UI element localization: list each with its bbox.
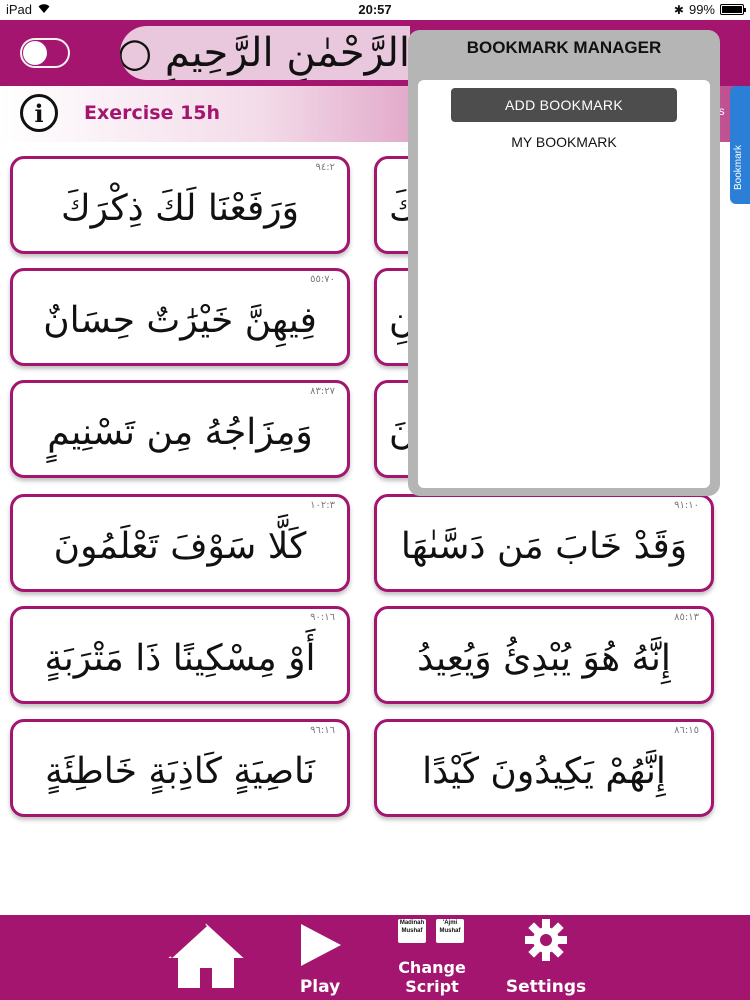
madinah-mushaf-tag: Madinah Mushaf [398, 919, 426, 943]
ajmi-mushaf-tag: 'Ajmi Mushaf [436, 919, 464, 943]
toggle-knob[interactable] [23, 41, 47, 65]
status-bar: iPad 20:57 ✱ 99% [0, 0, 750, 20]
my-bookmark-item[interactable]: MY BOOKMARK [418, 134, 710, 150]
verse-text: فِيهِنَّ خَيْرَٰتٌ حِسَانٌ [43, 300, 317, 341]
gear-icon [525, 919, 567, 961]
page-title: الرَّحْمٰنِ الرَّحِيمِ ○ [120, 26, 410, 80]
verse-text: إِنَّهُ هُوَ يُبْدِئُ وَيُعِيدُ [417, 638, 671, 679]
add-bookmark-button[interactable]: ADD BOOKMARK [451, 88, 677, 122]
verse-card[interactable]: ٩١:١٠ وَقَدْ خَابَ مَن دَسَّىٰهَا [374, 494, 714, 592]
change-script-label: Change Script [398, 958, 466, 996]
verse-ref: ٨٦:١٥ [674, 725, 699, 736]
verse-text: إِنَّهُمْ يَكِيدُونَ كَيْدًا [422, 751, 666, 792]
bookmark-tab-label: Bookmark [733, 144, 744, 190]
script-toggle[interactable] [20, 38, 70, 68]
verse-ref: ٩١:١٠ [674, 500, 699, 511]
settings-button[interactable]: Settings [500, 915, 592, 1000]
verse-card[interactable]: ٨٣:٢٧ وَمِزَاجُهُ مِن تَسْنِيمٍ [10, 380, 350, 478]
verse-card[interactable]: ٨٥:١٣ إِنَّهُ هُوَ يُبْدِئُ وَيُعِيدُ [374, 606, 714, 704]
verse-ref: ١٠٢:٣ [310, 500, 335, 511]
play-icon [301, 924, 341, 966]
verse-ref: ٥٥:٧٠ [310, 274, 335, 285]
home-icon [168, 923, 244, 988]
verse-card[interactable]: ٩٠:١٦ أَوْ مِسْكِينًا ذَا مَتْرَبَةٍ [10, 606, 350, 704]
bottom-toolbar: Play Madinah Mushaf 'Ajmi Mushaf Change … [0, 915, 750, 1000]
play-label: Play [299, 977, 341, 997]
verse-text: وَقَدْ خَابَ مَن دَسَّىٰهَا [400, 526, 688, 567]
verse-text: نَاصِيَةٍ كَاذِبَةٍ خَاطِئَةٍ [44, 751, 316, 792]
play-button[interactable]: Play [285, 915, 355, 1000]
verse-ref: ٨٥:١٣ [674, 612, 699, 623]
change-script-button[interactable]: Madinah Mushaf 'Ajmi Mushaf Change Scrip… [390, 915, 474, 1000]
clock: 20:57 [358, 2, 392, 17]
verse-card[interactable]: ٩٦:١٦ نَاصِيَةٍ كَاذِبَةٍ خَاطِئَةٍ [10, 719, 350, 817]
verse-ref: ٩٤:٢ [315, 162, 335, 173]
exercise-title: Exercise 15h [84, 102, 221, 124]
bookmark-manager-title: BOOKMARK MANAGER [466, 38, 662, 57]
verse-text: وَرَفَعْنَا لَكَ ذِكْرَكَ [60, 188, 300, 229]
battery-icon [720, 4, 746, 15]
verse-ref: ٩٠:١٦ [310, 612, 335, 623]
bluetooth-icon: ✱ [673, 2, 684, 17]
change-label: Change [398, 958, 466, 977]
verse-card[interactable]: ٨٦:١٥ إِنَّهُمْ يَكِيدُونَ كَيْدًا [374, 719, 714, 817]
bookmark-list: ADD BOOKMARK MY BOOKMARK [418, 80, 710, 488]
verse-card[interactable]: ١٠٢:٣ كَلَّا سَوْفَ تَعْلَمُونَ [10, 494, 350, 592]
verse-card[interactable]: ٥٥:٧٠ فِيهِنَّ خَيْرَٰتٌ حِسَانٌ [10, 268, 350, 366]
verse-text: أَوْ مِسْكِينًا ذَا مَتْرَبَةٍ [44, 638, 316, 679]
battery-percent: 99% [688, 2, 715, 17]
info-icon[interactable]: i [20, 94, 58, 132]
verse-ref: ٩٦:١٦ [310, 725, 335, 736]
bookmark-manager-panel: BOOKMARK MANAGER ADD BOOKMARK MY BOOKMAR… [408, 30, 720, 496]
verse-text: وَمِزَاجُهُ مِن تَسْنِيمٍ [47, 412, 313, 453]
bookmark-side-tab[interactable]: Bookmark [730, 86, 750, 204]
script-label: Script [405, 977, 459, 996]
settings-label: Settings [505, 977, 587, 997]
verse-ref: ٨٣:٢٧ [310, 386, 335, 397]
home-button[interactable] [166, 915, 246, 1000]
verse-card[interactable]: ٩٤:٢ وَرَفَعْنَا لَكَ ذِكْرَكَ [10, 156, 350, 254]
verse-text: كَلَّا سَوْفَ تَعْلَمُونَ [53, 526, 307, 567]
